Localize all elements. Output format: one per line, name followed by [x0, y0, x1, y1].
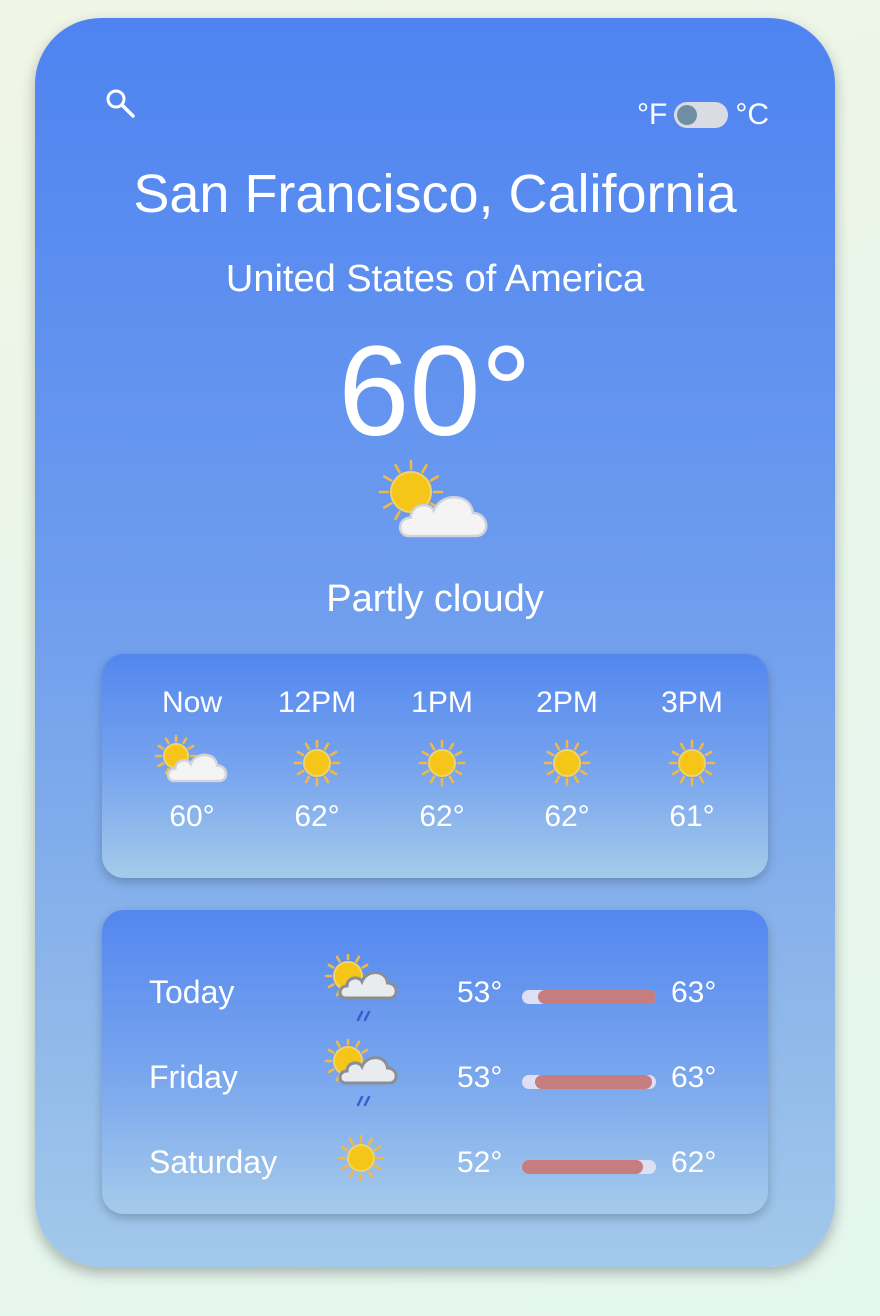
- unit-switch[interactable]: [674, 102, 729, 128]
- temperature-range-fill: [538, 990, 656, 1004]
- current-temperature: 60°: [338, 320, 532, 463]
- celsius-label[interactable]: °C: [735, 100, 769, 130]
- hour-label: Now: [161, 686, 222, 719]
- hourly-item: 3PM 61°: [642, 686, 742, 834]
- search-icon[interactable]: [103, 86, 137, 120]
- day-low-temperature: 53°: [457, 1061, 503, 1094]
- sun-icon: [337, 1134, 385, 1182]
- hourly-forecast: Now 60° 12PM 62° 1PM 62° 2PM 62° 3PM 61°: [102, 654, 768, 878]
- country-name: United States of America: [225, 258, 645, 300]
- hour-temperature: 62°: [294, 800, 340, 833]
- city-name: San Francisco, California: [133, 164, 737, 224]
- partly-cloudy-icon: [378, 459, 488, 538]
- sun-icon: [418, 739, 466, 787]
- temperature-range-fill: [535, 1075, 652, 1089]
- hourly-item: 1PM 62°: [392, 686, 492, 834]
- current-condition: Partly cloudy: [326, 578, 544, 620]
- fahrenheit-label[interactable]: °F: [637, 100, 667, 130]
- temperature-range-fill: [522, 1160, 643, 1174]
- weather-card: °F °C San Francisco, California United S…: [35, 18, 835, 1267]
- day-name: Today: [149, 974, 235, 1010]
- sun-icon: [293, 739, 341, 787]
- hour-temperature: 61°: [669, 800, 715, 833]
- sun-icon: [668, 739, 716, 787]
- hourly-item: 12PM 62°: [267, 686, 367, 834]
- hour-label: 2PM: [536, 686, 598, 719]
- daily-row: Friday 53° 63°: [102, 1039, 768, 1109]
- unit-switch-knob: [677, 105, 698, 125]
- rain-partly-cloudy-icon: [324, 1039, 398, 1107]
- day-high-temperature: 63°: [671, 976, 717, 1009]
- hourly-item: 2PM 62°: [517, 686, 617, 834]
- day-high-temperature: 62°: [671, 1146, 717, 1179]
- hour-label: 3PM: [661, 686, 723, 719]
- partly-cloudy-icon: [154, 734, 228, 783]
- daily-row: Today 53° 63°: [102, 954, 768, 1024]
- daily-row: Saturday 52° 62°: [102, 1134, 768, 1194]
- hourly-item: Now 60°: [142, 686, 242, 834]
- hour-temperature: 62°: [419, 800, 465, 833]
- sun-icon: [543, 739, 591, 787]
- temperature-range-bar: [522, 1160, 656, 1174]
- temperature-range-bar: [522, 1075, 656, 1089]
- rain-partly-cloudy-icon: [324, 954, 398, 1022]
- day-high-temperature: 63°: [671, 1061, 717, 1094]
- hour-label: 1PM: [411, 686, 473, 719]
- day-name: Saturday: [149, 1144, 278, 1180]
- temperature-range-bar: [522, 990, 656, 1004]
- day-name: Friday: [149, 1059, 238, 1095]
- hour-temperature: 62°: [544, 800, 590, 833]
- hour-label: 12PM: [277, 686, 357, 719]
- hour-temperature: 60°: [169, 800, 215, 833]
- day-low-temperature: 52°: [457, 1146, 503, 1179]
- daily-forecast: Today 53° 63° Friday 53° 63° Saturday 52…: [102, 910, 768, 1214]
- unit-toggle: °F °C: [637, 100, 769, 130]
- day-low-temperature: 53°: [457, 976, 503, 1009]
